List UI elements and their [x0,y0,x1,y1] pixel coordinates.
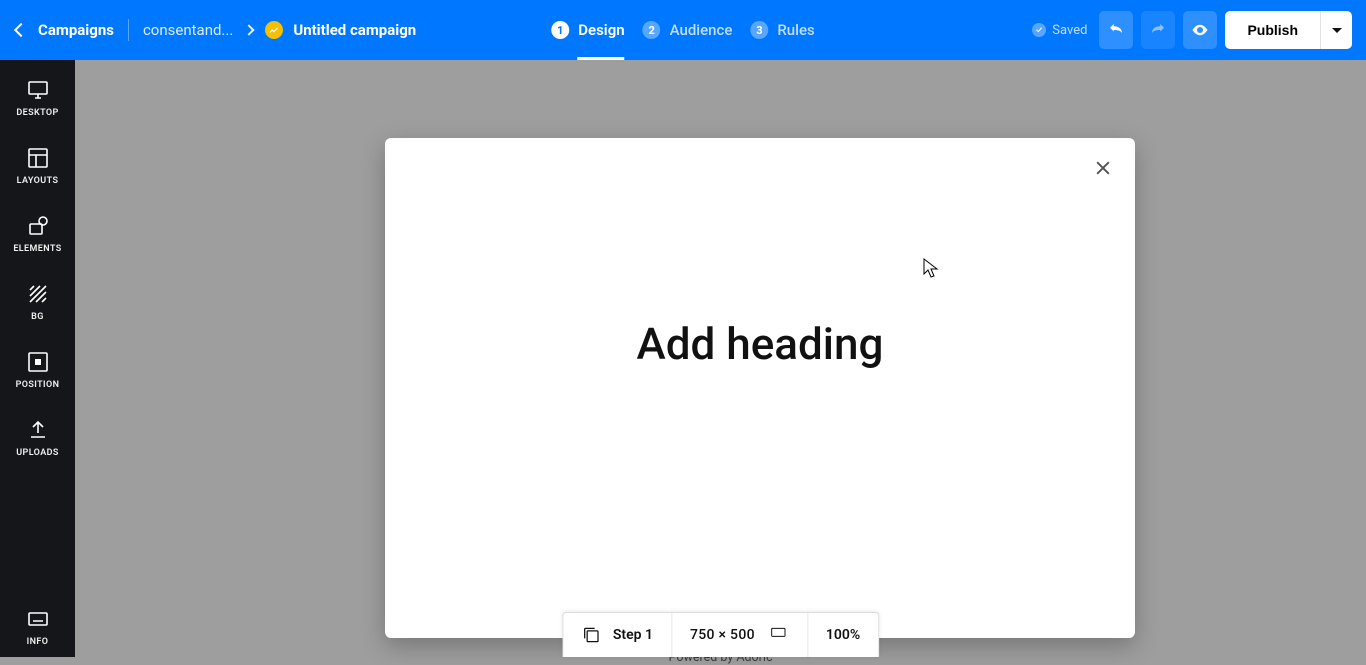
step-label: Step 1 [613,627,653,643]
eye-icon [1191,21,1209,39]
steps-icon [581,625,601,645]
step-number: 3 [750,21,768,39]
sidebar-item-label: ELEMENTS [13,244,61,254]
sidebar-item-label: BG [31,312,44,322]
sidebar-item-position[interactable]: POSITION [0,332,75,400]
sidebar: DESKTOP LAYOUTS ELEMENTS BG POSITION UPL… [0,60,75,657]
project-breadcrumb[interactable]: consentand... [143,21,233,39]
close-button[interactable] [1093,158,1113,182]
preview-button[interactable] [1183,11,1217,49]
publish-group: Publish [1225,11,1352,49]
dimensions-value: 750 × 500 [690,627,755,643]
position-icon [26,350,50,374]
step-label: Design [578,21,624,39]
keyboard-icon [26,607,50,631]
campaigns-link[interactable]: Campaigns [38,21,114,39]
step-label: Rules [777,21,814,39]
back-icon[interactable] [14,23,28,37]
popup[interactable]: Add heading [385,138,1135,638]
undo-icon [1107,21,1125,39]
canvas[interactable]: Add heading Powered by Adoric Step 1 750… [75,60,1366,657]
saved-check-icon [1032,23,1046,37]
sidebar-item-label: POSITION [16,380,60,390]
dimensions-selector[interactable]: 750 × 500 [672,613,808,657]
step-number: 2 [643,21,661,39]
step-number: 1 [551,21,569,39]
saved-indicator: Saved [1032,23,1087,38]
step-label: Audience [670,21,733,39]
stepper: 1 Design 2 Audience 3 Rules [551,0,814,60]
sidebar-item-desktop[interactable]: DESKTOP [0,60,75,128]
uploads-icon [26,418,50,442]
desktop-icon [26,78,50,102]
sidebar-item-layouts[interactable]: LAYOUTS [0,128,75,196]
layouts-icon [26,146,50,170]
header: Campaigns consentand... Untitled campaig… [0,0,1366,60]
breadcrumbs: Campaigns consentand... Untitled campaig… [0,0,416,60]
step-audience[interactable]: 2 Audience [643,0,733,60]
elements-icon [26,214,50,238]
step-selector[interactable]: Step 1 [563,613,672,657]
bg-icon [26,282,50,306]
aspect-icon [767,627,789,643]
zoom-value: 100% [826,627,860,643]
sidebar-item-bg[interactable]: BG [0,264,75,332]
sidebar-item-elements[interactable]: ELEMENTS [0,196,75,264]
publish-dropdown-toggle[interactable] [1320,11,1352,49]
heading-element[interactable]: Add heading [637,318,884,370]
chevron-right-icon [244,24,255,35]
zoom-selector[interactable]: 100% [808,613,878,657]
redo-icon [1149,21,1167,39]
step-design[interactable]: 1 Design [551,0,624,60]
sidebar-item-label: DESKTOP [16,108,58,118]
sidebar-item-label: LAYOUTS [17,176,59,186]
sidebar-spacer [0,468,75,589]
sidebar-item-info[interactable]: INFO [0,589,75,657]
header-actions: Saved Publish [1032,11,1366,49]
sidebar-item-label: UPLOADS [16,448,59,458]
close-icon [1093,158,1113,178]
sidebar-item-label: INFO [27,637,49,647]
publish-button[interactable]: Publish [1225,11,1320,49]
campaign-title[interactable]: Untitled campaign [293,21,416,39]
redo-button[interactable] [1141,11,1175,49]
saved-label: Saved [1052,23,1087,38]
step-rules[interactable]: 3 Rules [750,0,814,60]
undo-button[interactable] [1099,11,1133,49]
bottom-toolbar: Step 1 750 × 500 100% [562,612,879,657]
sidebar-item-uploads[interactable]: UPLOADS [0,400,75,468]
caret-down-icon [1332,28,1342,33]
campaign-status-icon [265,21,283,39]
divider [128,19,129,41]
